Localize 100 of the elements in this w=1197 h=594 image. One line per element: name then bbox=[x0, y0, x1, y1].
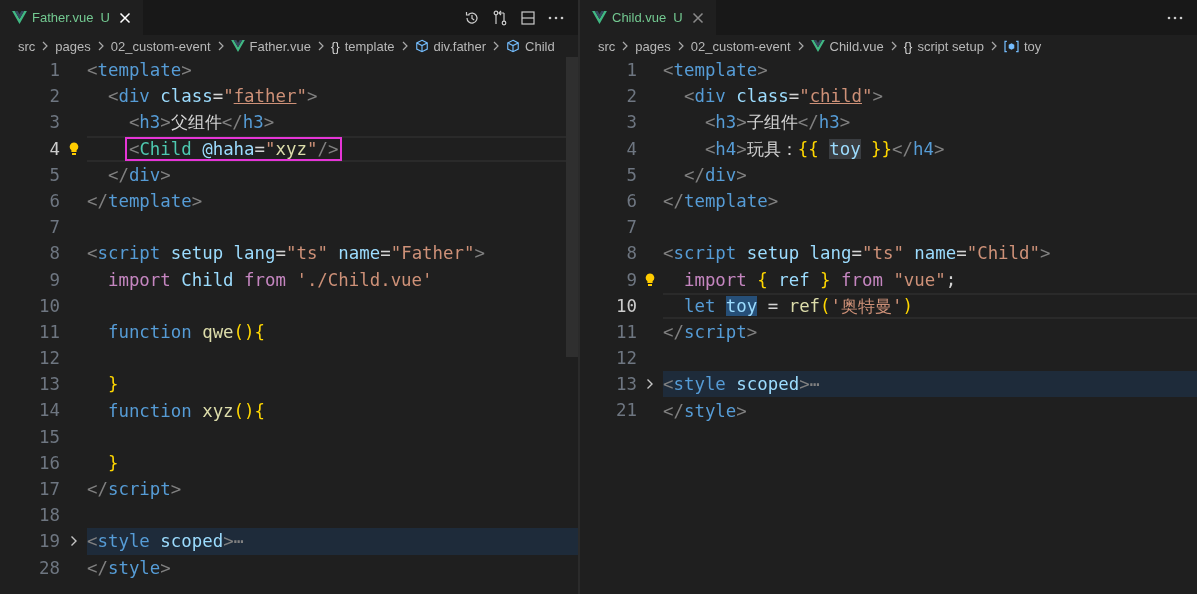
code-line: <script setup lang="ts" name="Child"> bbox=[663, 242, 1051, 265]
vue-logo-icon bbox=[810, 40, 825, 52]
chevron-right-icon bbox=[990, 41, 997, 51]
breadcrumb-item[interactable]: src bbox=[18, 38, 36, 54]
line-number: 21 bbox=[615, 399, 637, 423]
line-number: 1 bbox=[48, 59, 60, 82]
breadcrumb-item[interactable]: div.father bbox=[414, 38, 486, 54]
more-icon[interactable] bbox=[548, 15, 564, 20]
vue-logo-icon bbox=[12, 11, 27, 24]
code-line: let toy = ref('奥特曼') bbox=[682, 294, 913, 317]
code-line: <h3>子组件</h3> bbox=[703, 111, 851, 134]
breadcrumb-item[interactable]: {} template bbox=[330, 38, 395, 54]
code-line: </template> bbox=[663, 190, 779, 213]
code-line: </script> bbox=[663, 320, 758, 343]
code-line: </style> bbox=[87, 556, 171, 579]
history-icon[interactable] bbox=[464, 9, 480, 26]
breadcrumb-item[interactable]: Child bbox=[506, 38, 555, 54]
breadcrumb-item[interactable]: toy bbox=[1003, 38, 1042, 54]
line-number: 2 bbox=[625, 85, 637, 109]
line-number: 3 bbox=[48, 111, 60, 135]
code-line: <template> bbox=[87, 59, 192, 82]
line-number: 6 bbox=[48, 189, 60, 213]
breadcrumb-item[interactable]: 02_custom-event bbox=[690, 38, 791, 54]
lightbulb-icon[interactable] bbox=[645, 272, 655, 287]
line-number: 14 bbox=[38, 399, 60, 423]
breadcrumb-item[interactable]: Child.vue bbox=[810, 38, 884, 54]
line-number: 4 bbox=[625, 137, 637, 161]
vue-logo-icon bbox=[230, 40, 245, 52]
line-number: 10 bbox=[615, 294, 637, 318]
line-number: 11 bbox=[615, 320, 637, 344]
code-line: import Child from './Child.vue' bbox=[106, 268, 433, 291]
editor-tab[interactable]: Child.vue U bbox=[580, 0, 716, 35]
line-number: 2 bbox=[48, 85, 60, 109]
code-line: <style scoped>⋯ bbox=[663, 373, 821, 396]
code-line: function qwe(){ bbox=[106, 320, 265, 343]
chevron-right-icon bbox=[42, 41, 49, 51]
breadcrumb-item[interactable]: Father.vue bbox=[230, 38, 311, 54]
line-number: 4 bbox=[48, 137, 60, 161]
line-number: 5 bbox=[48, 163, 60, 187]
chevron-right-icon[interactable] bbox=[646, 378, 654, 391]
code-line: </template> bbox=[87, 190, 203, 213]
code-line: <h3>父组件</h3> bbox=[127, 111, 275, 134]
line-number: 9 bbox=[48, 268, 60, 292]
line-number: 8 bbox=[625, 242, 637, 266]
code-line: <h4>玩具：{{ toy }}</h4> bbox=[703, 137, 945, 160]
code-line: <script setup lang="ts" name="Father"> bbox=[87, 242, 485, 265]
editor-tab[interactable]: Father.vue U bbox=[0, 0, 143, 35]
line-number: 6 bbox=[625, 189, 637, 213]
chevron-right-icon bbox=[317, 41, 324, 51]
line-number: 8 bbox=[48, 242, 60, 266]
line-number: 3 bbox=[625, 111, 637, 135]
line-number: 12 bbox=[38, 347, 60, 371]
code-line: } bbox=[106, 451, 119, 474]
line-number: 15 bbox=[38, 425, 60, 449]
code-line: <div class="child"> bbox=[682, 85, 883, 108]
code-line: </div> bbox=[106, 163, 171, 186]
line-number: 19 bbox=[38, 530, 60, 554]
line-number: 1 bbox=[625, 59, 637, 82]
variable-icon bbox=[1003, 39, 1019, 53]
breadcrumb-item[interactable]: 02_custom-event bbox=[110, 38, 211, 54]
line-number: 7 bbox=[48, 216, 60, 240]
chevron-right-icon bbox=[493, 41, 499, 51]
chevron-right-icon bbox=[217, 41, 224, 51]
line-number: 17 bbox=[38, 478, 60, 501]
line-number: 16 bbox=[38, 451, 60, 475]
chevron-right-icon bbox=[97, 41, 104, 51]
code-line: function xyz(){ bbox=[106, 399, 265, 422]
code-line: <div class="father"> bbox=[106, 85, 318, 108]
cube-icon bbox=[414, 39, 429, 53]
code-line: import { ref } from "vue"; bbox=[682, 268, 957, 291]
line-number: 28 bbox=[38, 556, 60, 580]
breadcrumb-item[interactable]: pages bbox=[55, 38, 91, 54]
chevron-right-icon bbox=[797, 41, 804, 51]
cube-icon bbox=[506, 39, 520, 53]
code-line: <style scoped>⋯ bbox=[87, 530, 245, 553]
lightbulb-icon[interactable] bbox=[68, 141, 79, 156]
breadcrumb-item[interactable]: src bbox=[598, 38, 616, 54]
chevron-right-icon bbox=[890, 41, 897, 51]
line-number: 13 bbox=[38, 373, 60, 397]
chevron-right-icon[interactable] bbox=[69, 535, 78, 548]
code-line: } bbox=[106, 373, 119, 396]
breadcrumb-item[interactable]: pages bbox=[635, 38, 671, 54]
chevron-right-icon bbox=[677, 41, 684, 51]
line-number: 11 bbox=[38, 320, 60, 344]
line-number: 10 bbox=[38, 294, 60, 318]
code-line: </div> bbox=[682, 163, 747, 186]
chevron-right-icon bbox=[401, 41, 408, 51]
more-icon[interactable] bbox=[1167, 15, 1183, 20]
line-number: 5 bbox=[625, 163, 637, 187]
compare-changes-icon[interactable] bbox=[492, 9, 508, 26]
split-editor-icon[interactable] bbox=[520, 9, 536, 26]
code-line: <template> bbox=[663, 59, 768, 82]
code-line: </script> bbox=[87, 478, 182, 501]
line-number: 7 bbox=[625, 216, 637, 240]
chevron-right-icon bbox=[622, 41, 629, 51]
line-number: 9 bbox=[625, 268, 637, 292]
code-line: </style> bbox=[663, 399, 747, 422]
breadcrumb-item[interactable]: {} script setup bbox=[903, 38, 984, 54]
line-number: 18 bbox=[38, 504, 60, 528]
vue-logo-icon bbox=[592, 11, 607, 24]
